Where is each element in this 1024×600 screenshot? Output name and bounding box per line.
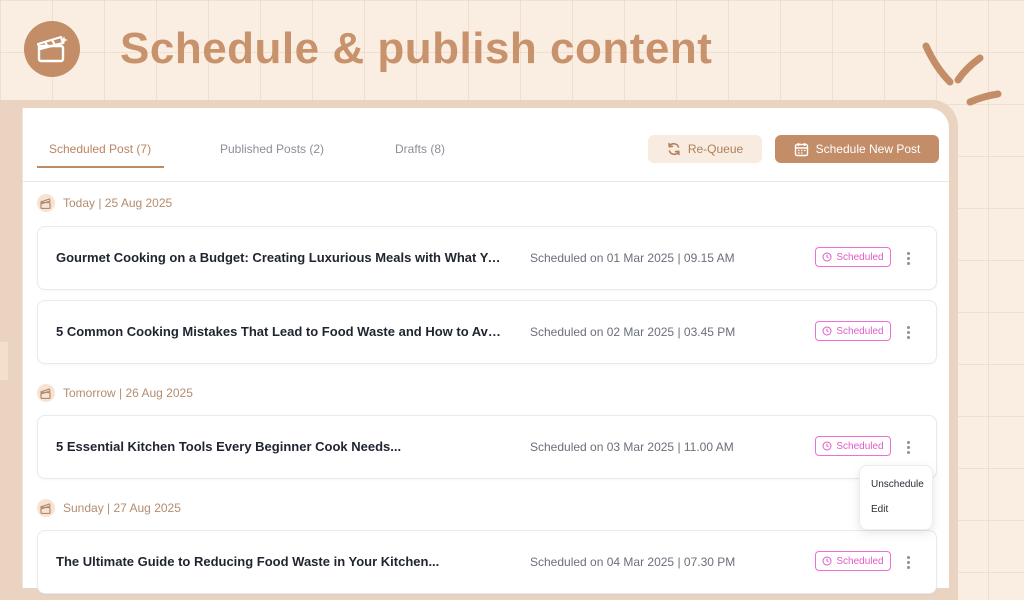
page-title: Schedule & publish content — [120, 24, 713, 73]
status-badge-label: Scheduled — [836, 325, 884, 337]
more-options-icon[interactable] — [898, 247, 918, 269]
tab-drafts[interactable]: Drafts (8) — [395, 142, 445, 156]
tab-scheduled[interactable]: Scheduled Post (7) — [49, 142, 151, 156]
menu-item-edit[interactable]: Edit — [871, 504, 888, 515]
date-group-sunday: Sunday | 27 Aug 2025 — [37, 499, 181, 517]
requeue-label: Re-Queue — [687, 142, 744, 156]
date-group-label: Today | 25 Aug 2025 — [63, 196, 173, 210]
post-title: 5 Essential Kitchen Tools Every Beginner… — [56, 439, 402, 454]
active-tab-indicator — [37, 166, 164, 168]
more-options-icon[interactable] — [898, 436, 918, 458]
post-schedule-date: Scheduled on 01 Mar 2025 | 09.15 AM — [530, 251, 735, 265]
clock-icon — [822, 556, 832, 566]
post-context-menu: Unschedule Edit — [859, 465, 933, 530]
clapperboard-icon — [36, 35, 68, 63]
clock-icon — [822, 326, 832, 336]
status-badge-label: Scheduled — [836, 555, 884, 567]
status-badge: Scheduled — [815, 551, 891, 571]
menu-item-unschedule[interactable]: Unschedule — [871, 479, 924, 490]
schedule-new-post-label: Schedule New Post — [815, 142, 921, 156]
date-group-today: Today | 25 Aug 2025 — [37, 194, 172, 212]
clapperboard-icon — [37, 384, 55, 402]
date-group-label: Sunday | 27 Aug 2025 — [63, 501, 181, 515]
status-badge: Scheduled — [815, 321, 891, 341]
more-options-icon[interactable] — [898, 551, 918, 573]
post-row[interactable]: The Ultimate Guide to Reducing Food Wast… — [37, 530, 937, 594]
app-logo — [24, 21, 80, 77]
clock-icon — [822, 252, 832, 262]
date-group-tomorrow: Tomorrow | 26 Aug 2025 — [37, 384, 193, 402]
status-badge: Scheduled — [815, 436, 891, 456]
scheduler-panel: Scheduled Post (7) Published Posts (2) D… — [22, 108, 949, 594]
refresh-icon — [668, 142, 680, 156]
post-row[interactable]: 5 Common Cooking Mistakes That Lead to F… — [37, 300, 937, 364]
status-badge-label: Scheduled — [836, 440, 884, 452]
requeue-button[interactable]: Re-Queue — [648, 135, 762, 163]
post-row[interactable]: Gourmet Cooking on a Budget: Creating Lu… — [37, 226, 937, 290]
post-schedule-date: Scheduled on 03 Mar 2025 | 11.00 AM — [530, 440, 734, 454]
post-title: Gourmet Cooking on a Budget: Creating Lu… — [56, 250, 501, 265]
date-group-label: Tomorrow | 26 Aug 2025 — [63, 386, 193, 400]
post-schedule-date: Scheduled on 04 Mar 2025 | 07.30 PM — [530, 555, 736, 569]
tab-published[interactable]: Published Posts (2) — [220, 142, 324, 156]
sidebar-edge — [0, 342, 8, 380]
clapperboard-icon — [37, 194, 55, 212]
post-row[interactable]: 5 Essential Kitchen Tools Every Beginner… — [37, 415, 937, 479]
post-schedule-date: Scheduled on 02 Mar 2025 | 03.45 PM — [530, 325, 736, 339]
calendar-icon — [794, 142, 808, 156]
clock-icon — [822, 441, 832, 451]
clapperboard-icon — [37, 499, 55, 517]
schedule-new-post-button[interactable]: Schedule New Post — [775, 135, 939, 163]
more-options-icon[interactable] — [898, 321, 918, 343]
post-title: The Ultimate Guide to Reducing Food Wast… — [56, 554, 440, 569]
status-badge: Scheduled — [815, 247, 891, 267]
status-badge-label: Scheduled — [836, 251, 884, 263]
divider — [23, 181, 949, 182]
post-title: 5 Common Cooking Mistakes That Lead to F… — [56, 324, 501, 339]
